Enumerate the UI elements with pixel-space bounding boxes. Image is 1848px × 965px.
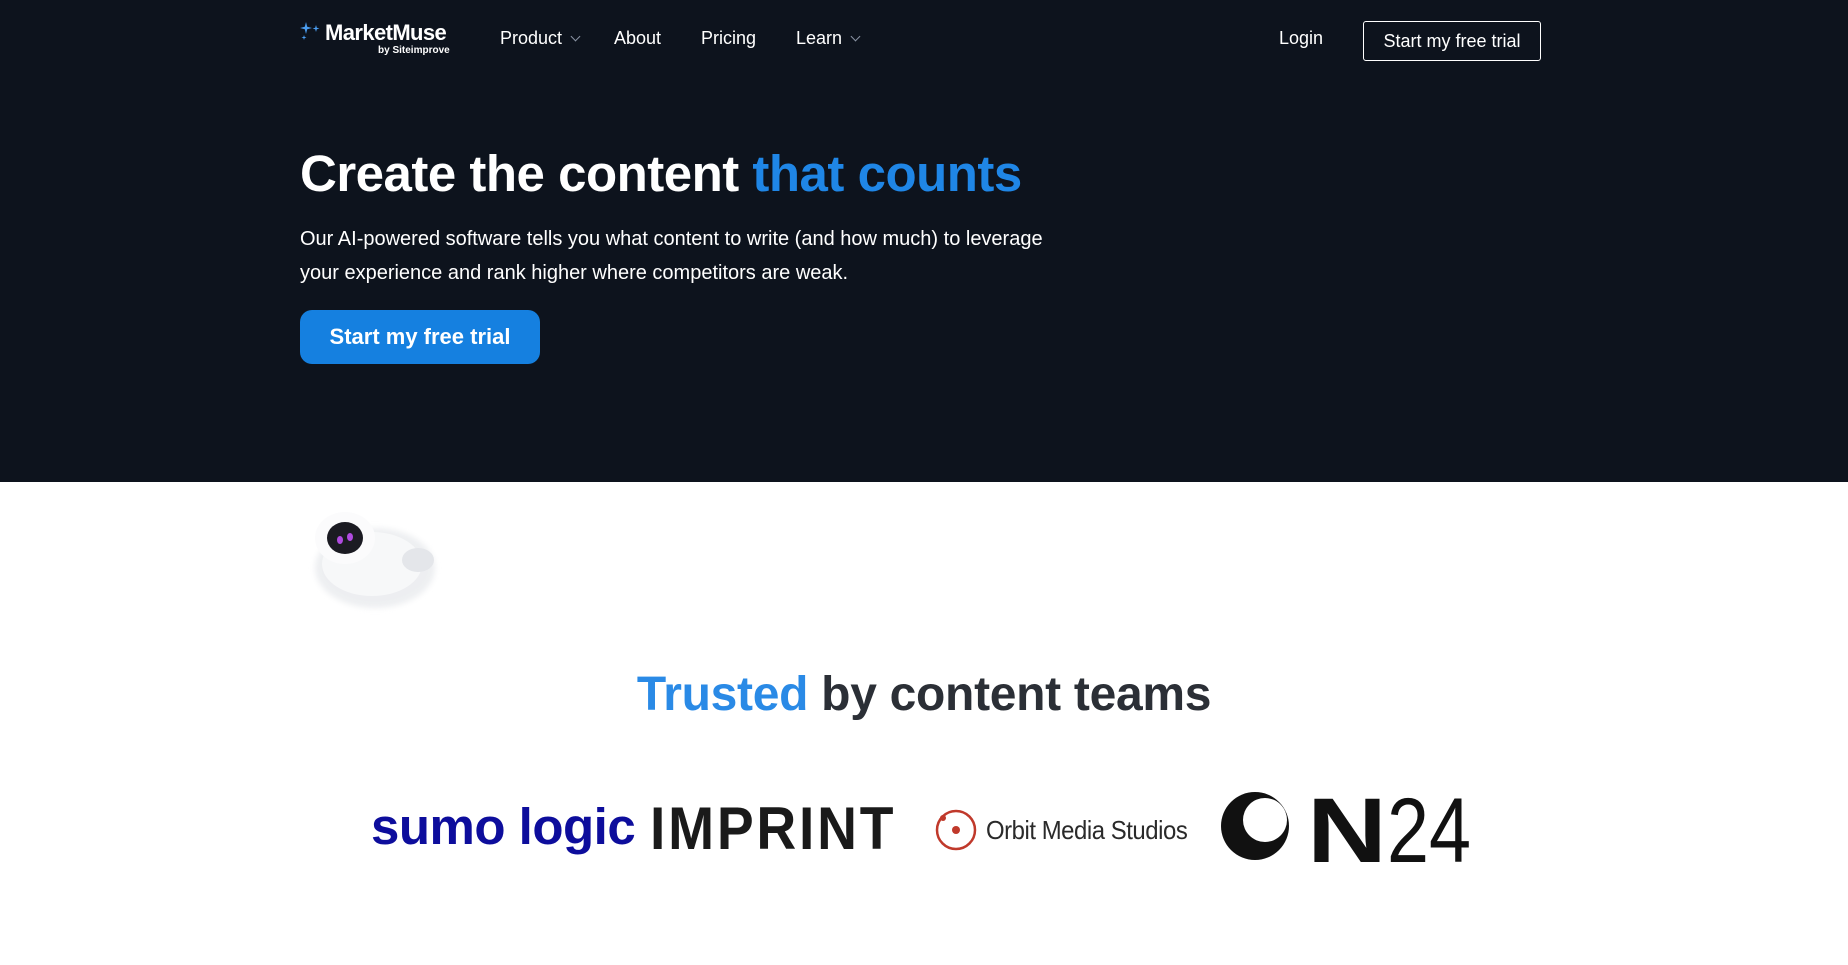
hero-title-accent: that counts bbox=[752, 145, 1022, 202]
trusted-heading: Trusted by content teams bbox=[0, 667, 1848, 722]
marketmuse-logo[interactable]: MarketMuse by Siteimprove bbox=[300, 20, 460, 56]
orbit-media-name: Orbit Media Studios bbox=[986, 814, 1188, 845]
chevron-down-icon bbox=[570, 31, 581, 42]
sparkle-stars-icon bbox=[300, 22, 320, 40]
nav-item-label: Learn bbox=[796, 28, 843, 48]
hero-section: MarketMuse by Siteimprove Product About … bbox=[0, 0, 1848, 482]
robot-mascot-icon bbox=[315, 512, 435, 608]
logo-name: MarketMuse bbox=[325, 20, 447, 45]
nav-item-pricing[interactable]: Pricing bbox=[701, 28, 756, 49]
trusted-rest: by content teams bbox=[808, 668, 1212, 721]
chevron-down-icon bbox=[850, 31, 861, 42]
customer-logos: sumo logic IMPRINT Orbit Media Studios N… bbox=[0, 780, 1848, 880]
nav-item-learn[interactable]: Learn bbox=[796, 28, 861, 49]
on24-logo: N 24 bbox=[1221, 780, 1471, 870]
hero-title-main: Create the content bbox=[300, 145, 753, 202]
nav-item-about[interactable]: About bbox=[614, 28, 661, 49]
hero-title: Create the content that counts bbox=[300, 144, 1022, 203]
nav-item-label: Product bbox=[500, 28, 563, 48]
sumo-logic-logo: sumo logic bbox=[371, 798, 636, 855]
nav-item-label: About bbox=[614, 28, 662, 48]
svg-text:N: N bbox=[1307, 780, 1387, 870]
hero-description: Our AI-powered software tells you what c… bbox=[300, 228, 1043, 284]
orbit-icon bbox=[935, 809, 977, 851]
login-link[interactable]: Login bbox=[1279, 28, 1323, 49]
top-navigation: MarketMuse by Siteimprove Product About … bbox=[0, 0, 1848, 82]
orbit-media-logo: Orbit Media Studios bbox=[934, 805, 1205, 855]
svg-text:24: 24 bbox=[1387, 780, 1471, 870]
nav-start-trial-button[interactable]: Start my free trial bbox=[1363, 21, 1541, 61]
logo-subtitle: by Siteimprove bbox=[378, 45, 450, 56]
imprint-logo: IMPRINT bbox=[650, 795, 897, 862]
nav-item-product[interactable]: Product bbox=[500, 28, 581, 49]
nav-item-label: Pricing bbox=[701, 28, 757, 48]
hero-start-trial-button[interactable]: Start my free trial bbox=[300, 310, 540, 364]
trusted-accent: Trusted bbox=[636, 668, 809, 721]
